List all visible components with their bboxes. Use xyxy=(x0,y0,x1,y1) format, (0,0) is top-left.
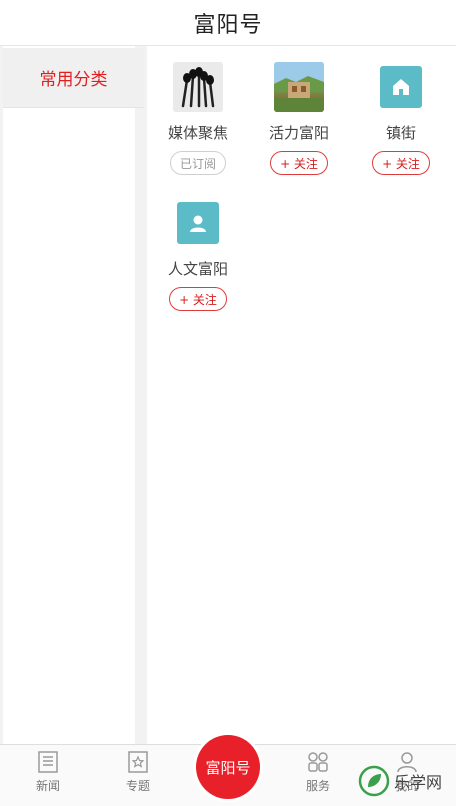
category-item-common[interactable]: 常用分类 xyxy=(3,48,144,108)
person-icon xyxy=(177,202,219,244)
tab-news[interactable]: 新闻 xyxy=(13,751,83,794)
star-box-icon xyxy=(128,751,148,773)
channel-name: 镇街 xyxy=(385,124,416,142)
follow-button[interactable]: + 关注 xyxy=(169,287,227,311)
channel-name: 活力富阳 xyxy=(268,124,329,142)
grid-icon xyxy=(308,752,328,772)
leaf-logo-icon xyxy=(358,765,390,797)
landscape-photo-icon xyxy=(274,62,324,112)
tab-service-label: 服务 xyxy=(305,779,330,793)
tab-service[interactable]: 服务 xyxy=(283,751,353,794)
category-sidebar: 常用分类 xyxy=(0,46,147,744)
subscribed-button[interactable]: 已订阅 xyxy=(169,151,226,175)
follow-button[interactable]: + 关注 xyxy=(372,151,430,175)
house-icon xyxy=(380,66,422,108)
tab-fuyanghao[interactable]: 富阳号 xyxy=(196,735,260,799)
channel-item[interactable]: 人文富阳 + 关注 xyxy=(150,198,246,311)
channel-item[interactable]: 活力富阳 + 关注 xyxy=(251,62,347,175)
channel-name: 人文富阳 xyxy=(167,260,228,278)
tab-special-label: 专题 xyxy=(125,779,150,793)
newspaper-icon xyxy=(38,751,58,773)
watermark: 乐学网 xyxy=(358,760,454,802)
channel-name: 媒体聚焦 xyxy=(167,124,228,142)
top-bar: 富阳号 xyxy=(0,0,456,46)
category-list xyxy=(3,46,135,744)
microphones-photo-icon xyxy=(173,62,223,112)
watermark-text: 乐学网 xyxy=(394,773,443,792)
channel-item[interactable]: 媒体聚焦 已订阅 xyxy=(150,62,246,175)
tab-special[interactable]: 专题 xyxy=(103,751,173,794)
channel-grid: 媒体聚焦 已订阅 活力富阳 + 关注 镇街 + 关注 人文富阳 + 关注 xyxy=(147,46,454,744)
tab-fuyanghao-label: 富阳号 xyxy=(205,758,251,777)
channel-item[interactable]: 镇街 + 关注 xyxy=(353,62,449,175)
page-title: 富阳号 xyxy=(193,12,263,38)
follow-button[interactable]: + 关注 xyxy=(270,151,328,175)
tab-news-label: 新闻 xyxy=(35,779,60,793)
